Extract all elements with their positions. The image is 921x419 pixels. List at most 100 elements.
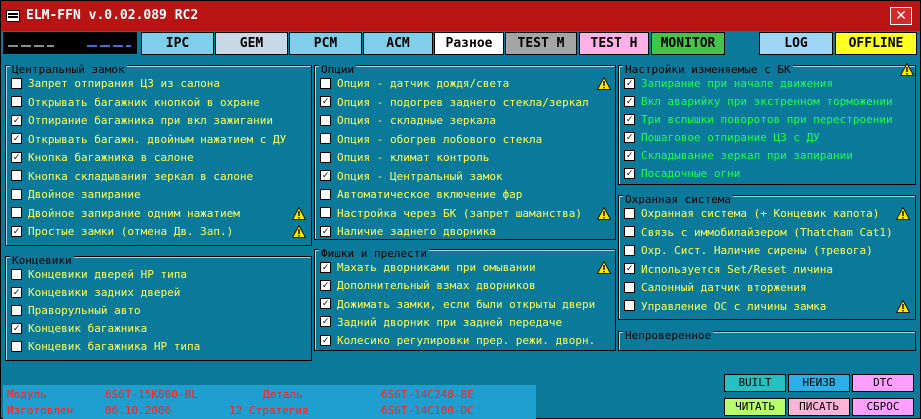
checkbox-checked[interactable]: ✓: [11, 133, 22, 144]
checkbox-checked[interactable]: ✓: [320, 298, 331, 310]
action-button-0[interactable]: BUILT: [724, 374, 786, 392]
option-row[interactable]: ✓ Кнопка багажника в салоне: [11, 149, 194, 167]
option-row[interactable]: Автоматическое включение фар: [320, 186, 522, 204]
option-row[interactable]: Двойное запирание: [11, 186, 141, 204]
action-button-2[interactable]: DTC: [852, 374, 914, 392]
option-row[interactable]: ✓ Запирание при начале движения: [624, 75, 833, 93]
option-row[interactable]: ✓ Пошаговое отпирание ЦЗ с ДУ: [624, 129, 820, 147]
option-label: Используется Set/Reset личина: [641, 262, 834, 276]
tab-pcm[interactable]: PCM: [289, 32, 362, 55]
tab-offline[interactable]: OFFLINE: [835, 32, 917, 55]
checkbox-unchecked[interactable]: [320, 114, 331, 126]
option-row[interactable]: ✓ Опция - подогрев заднего стекла/зеркал: [320, 94, 589, 112]
option-row[interactable]: Опция - обогрев лобового стекла: [320, 131, 542, 149]
tab-acm[interactable]: ACM: [363, 32, 433, 55]
option-row[interactable]: Опция - складные зеркала: [320, 112, 496, 130]
tab-monitor[interactable]: MONITOR: [651, 32, 725, 55]
made-label: Изготовлен: [7, 404, 74, 417]
checkbox-unchecked[interactable]: [11, 268, 22, 280]
checkbox-unchecked[interactable]: [320, 133, 331, 144]
checkbox-unchecked[interactable]: [320, 207, 331, 218]
option-row[interactable]: Концевики дверей НР типа: [11, 266, 187, 284]
option-row[interactable]: ✓ Открывать багажн. двойным нажатием с ДУ: [11, 131, 286, 149]
checkbox-unchecked[interactable]: [320, 151, 331, 163]
checkbox-unchecked[interactable]: [320, 188, 331, 200]
option-row[interactable]: Управление ОС с личины замка: [624, 298, 826, 316]
checkbox-checked[interactable]: ✓: [624, 95, 635, 107]
checkbox-checked[interactable]: ✓: [320, 225, 331, 237]
checkbox-checked[interactable]: ✓: [320, 96, 331, 107]
action-button-3[interactable]: ЧИТАТЬ: [724, 398, 786, 416]
checkbox-checked[interactable]: ✓: [11, 225, 22, 237]
option-row[interactable]: ✓ Три вспышки поворотов при перестроении: [624, 111, 893, 129]
option-row[interactable]: ✓ Отпирание багажника при вкл зажигании: [11, 112, 273, 130]
option-row[interactable]: ✓ Опция - Центральный замок: [320, 168, 503, 186]
option-row[interactable]: ✓ Наличие заднего дворника: [320, 223, 496, 241]
checkbox-checked[interactable]: ✓: [624, 77, 635, 89]
action-button-1[interactable]: НЕИЗВ: [788, 374, 850, 392]
option-row[interactable]: ✓ Задний дворник при задней передаче: [320, 314, 562, 332]
option-row[interactable]: ✓ Дополнительный взмах дворников: [320, 277, 536, 295]
action-button-4[interactable]: ПИСАТЬ: [788, 398, 850, 416]
close-button[interactable]: ✕: [890, 7, 912, 25]
checkbox-checked[interactable]: ✓: [624, 113, 635, 125]
option-row[interactable]: Концевик багажника НР типа: [11, 338, 200, 356]
option-row[interactable]: Открывать багажник кнопкой в охране: [11, 94, 260, 112]
checkbox-checked[interactable]: ✓: [624, 131, 635, 143]
option-row[interactable]: Опция - климат контроль: [320, 149, 489, 167]
option-row[interactable]: ✓ Колесико регулировки прер. режи. дворн.: [320, 332, 595, 350]
option-row[interactable]: Охранная система (+ Концевик капота): [624, 205, 879, 223]
tab-gem[interactable]: GEM: [215, 32, 288, 55]
tab-разное[interactable]: Разное: [434, 32, 504, 55]
option-row[interactable]: Салонный датчик вторжения: [624, 279, 807, 297]
option-row[interactable]: ✓ Вкл аварийку при экстренном торможении: [624, 93, 893, 111]
checkbox-checked[interactable]: ✓: [320, 279, 331, 291]
action-button-5[interactable]: СБРОС: [852, 398, 914, 416]
checkbox-checked[interactable]: ✓: [11, 286, 22, 298]
tab-ipc[interactable]: IPC: [141, 32, 214, 55]
option-row[interactable]: ✓ Концевик багажника: [11, 320, 147, 338]
option-row[interactable]: ✓ Простые замки (отмена Дв. Зап.): [11, 223, 233, 241]
option-row[interactable]: ✓ Посадочные огни: [624, 165, 740, 183]
checkbox-unchecked[interactable]: [11, 340, 22, 352]
checkbox-unchecked[interactable]: [624, 281, 635, 293]
checkbox-unchecked[interactable]: [624, 226, 635, 237]
checkbox-checked[interactable]: ✓: [320, 334, 331, 346]
checkbox-unchecked[interactable]: [11, 207, 22, 218]
option-row[interactable]: ✓ Концевики задних дверей: [11, 284, 180, 302]
checkbox-checked[interactable]: ✓: [11, 322, 22, 334]
option-label: Управление ОС с личины замка: [641, 299, 827, 313]
checkbox-unchecked[interactable]: [11, 170, 22, 181]
option-row[interactable]: Опция - датчик дождя/света: [320, 75, 509, 93]
option-row[interactable]: ✓ Используется Set/Reset личина: [624, 261, 833, 279]
tab-log[interactable]: LOG: [759, 32, 833, 55]
option-row[interactable]: Связь с иммобилайзером (Thatcham Cat1): [624, 224, 893, 242]
checkbox-unchecked[interactable]: [11, 96, 22, 107]
checkbox-unchecked[interactable]: [11, 77, 22, 89]
checkbox-checked[interactable]: ✓: [624, 263, 635, 274]
checkbox-unchecked[interactable]: [624, 207, 635, 219]
checkbox-checked[interactable]: ✓: [624, 149, 635, 161]
checkbox-unchecked[interactable]: [11, 304, 22, 316]
option-row[interactable]: Праворульный авто: [11, 302, 141, 320]
option-row[interactable]: ✓ Складывание зеркал при запирании: [624, 147, 853, 165]
checkbox-checked[interactable]: ✓: [11, 151, 22, 163]
option-row[interactable]: ✓ Махать дворниками при омывании: [320, 259, 536, 277]
checkbox-checked[interactable]: ✓: [320, 316, 331, 328]
checkbox-checked[interactable]: ✓: [320, 170, 331, 181]
option-row[interactable]: Двойное запирание одним нажатием: [11, 205, 240, 223]
option-row[interactable]: Кнопка складывания зеркал в салоне: [11, 168, 253, 186]
option-row[interactable]: ✓ Дожимать замки, если были открыты двери: [320, 296, 595, 314]
checkbox-unchecked[interactable]: [624, 244, 635, 256]
checkbox-checked[interactable]: ✓: [11, 114, 22, 126]
checkbox-unchecked[interactable]: [624, 300, 635, 311]
checkbox-unchecked[interactable]: [320, 77, 331, 89]
option-row[interactable]: Охр. Сист. Наличие сирены (тревога): [624, 242, 873, 260]
checkbox-checked[interactable]: ✓: [624, 167, 635, 179]
option-row[interactable]: Запрет отпирания ЦЗ из салона: [11, 75, 220, 93]
tab-test-h[interactable]: TEST H: [579, 32, 649, 55]
option-row[interactable]: Настройка через БК (запрет шаманства): [320, 205, 582, 223]
checkbox-checked[interactable]: ✓: [320, 261, 331, 273]
tab-test-m[interactable]: TEST M: [505, 32, 577, 55]
checkbox-unchecked[interactable]: [11, 188, 22, 200]
